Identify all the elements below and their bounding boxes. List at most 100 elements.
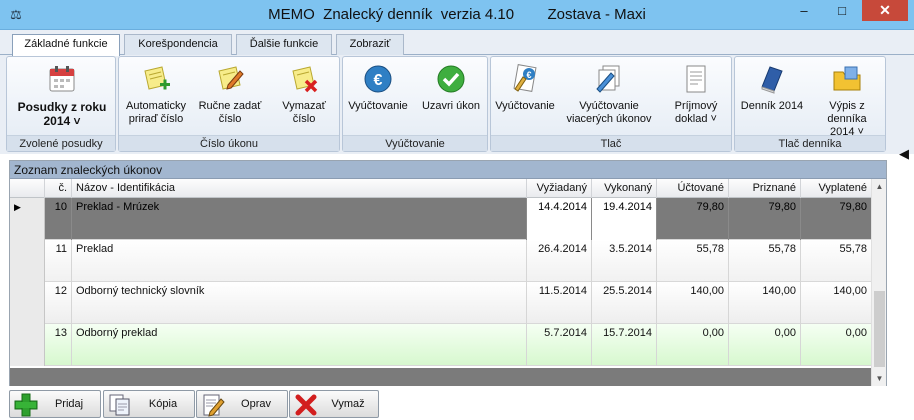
table-row[interactable]: 13 Odborný preklad 5.7.2014 15.7.2014 0,…: [10, 324, 872, 366]
cell-vyplatene: 79,80: [801, 198, 872, 240]
group-tlac-dennika: Denník 2014 Výpis z denníka 2014 ˅ Tlač …: [734, 56, 886, 152]
header-uctovane[interactable]: Účtované: [657, 179, 729, 198]
plus-icon: [14, 393, 38, 417]
vertical-scrollbar[interactable]: ▲ ▼: [871, 179, 886, 386]
grid-caption: Zoznam znaleckých úkonov: [10, 161, 886, 179]
scroll-up-icon[interactable]: ▲: [872, 179, 887, 194]
edit-document-icon: [203, 394, 225, 417]
rucne-zadat-cislo-label: Ručne zadať číslo: [198, 100, 262, 125]
header-vykonany[interactable]: Vykonaný: [592, 179, 657, 198]
posudky-z-roku-button[interactable]: Posudky z roku 2014 ˅: [13, 61, 111, 128]
vypis-z-dennika-label: Výpis z denníka 2014 ˅: [827, 100, 867, 138]
ribbon-tabs: Základné funkcie Korešpondencia Ďalšie f…: [0, 30, 914, 56]
documents-stack-icon: [596, 65, 620, 93]
header-vyziadany[interactable]: Vyžiadaný: [527, 179, 592, 198]
vypis-z-dennika-button[interactable]: Výpis z denníka 2014 ˅: [809, 61, 885, 139]
cell-nazov: Odborný preklad: [72, 324, 527, 366]
cell-vyplatene: 0,00: [801, 324, 872, 366]
cell-vykonany: 3.5.2014: [592, 240, 657, 282]
collapse-panel-icon[interactable]: ◀: [899, 146, 909, 162]
group-cislo-ukonu: Automaticky priraď číslo Ručne zadať čís…: [118, 56, 340, 152]
tab-korespondencia[interactable]: Korešpondencia: [124, 34, 232, 55]
tab-zakladne-funkcie[interactable]: Základné funkcie: [12, 34, 120, 56]
cell-cislo: 12: [45, 282, 72, 324]
close-button[interactable]: ✕: [862, 0, 908, 21]
group-label-vyuctovanie: Vyúčtovanie: [343, 135, 487, 151]
svg-text:€: €: [526, 70, 531, 80]
maximize-button[interactable]: □: [828, 0, 856, 21]
kopia-button[interactable]: Kópia: [103, 390, 195, 418]
vymaz-label: Vymaž: [331, 398, 365, 410]
action-bar: Pridaj Kópia Oprav Vymaž: [0, 386, 914, 420]
ribbon: Základné funkcie Korešpondencia Ďalšie f…: [0, 30, 914, 154]
delete-x-icon: [295, 394, 317, 416]
cell-vykonany: 25.5.2014: [592, 282, 657, 324]
cell-uctovane: 55,78: [657, 240, 729, 282]
cell-vyplatene: 140,00: [801, 282, 872, 324]
group-label-zvolene: Zvolené posudky: [7, 135, 115, 151]
tab-dalsie-funkcie[interactable]: Ďalšie funkcie: [236, 34, 332, 55]
row-indicator: ▶: [10, 198, 45, 240]
header-nazov[interactable]: Názov - Identifikácia: [72, 179, 527, 198]
posudky-z-roku-label: Posudky z roku 2014 ˅: [17, 100, 107, 128]
cell-cislo: 11: [45, 240, 72, 282]
note-edit-icon: [218, 66, 244, 90]
cell-uctovane: 79,80: [657, 198, 729, 240]
current-row-icon: ▶: [14, 202, 21, 212]
cell-vyziadany: 11.5.2014: [527, 282, 592, 324]
table-row[interactable]: 11 Preklad 26.4.2014 3.5.2014 55,78 55,7…: [10, 240, 872, 282]
folder-icon: [833, 66, 861, 91]
header-priznane[interactable]: Priznané: [729, 179, 801, 198]
group-vyuctovanie: € Vyúčtovanie Uzavri úkon Vyúčtovanie: [342, 56, 488, 152]
vyuctovanie-label: Vyúčtovanie: [348, 100, 408, 112]
book-icon: [761, 66, 783, 94]
automaticky-prirad-cislo-button[interactable]: Automaticky priraď číslo: [121, 61, 191, 126]
copy-icon: [109, 394, 130, 416]
cell-vyziadany: 26.4.2014: [527, 240, 592, 282]
header-indicator: [10, 179, 45, 198]
group-label-tlac-dennika: Tlač denníka: [735, 135, 885, 151]
minimize-button[interactable]: –: [790, 0, 818, 21]
scroll-down-icon[interactable]: ▼: [872, 371, 887, 386]
cell-priznane: 55,78: [729, 240, 801, 282]
prijmovy-doklad-button[interactable]: Príjmový doklad ˅: [663, 61, 729, 126]
tab-zobrazit[interactable]: Zobraziť: [336, 34, 404, 55]
note-delete-icon: [292, 66, 318, 93]
vymazat-cislo-label: Vymazať číslo: [282, 100, 326, 125]
cell-vyziadany: 5.7.2014: [527, 324, 592, 366]
vyuctovanie-button[interactable]: € Vyúčtovanie: [345, 61, 411, 113]
cell-nazov: Preklad - Mrúzek: [72, 198, 527, 240]
table-row[interactable]: 12 Odborný technický slovník 11.5.2014 2…: [10, 282, 872, 324]
pridaj-button[interactable]: Pridaj: [9, 390, 101, 418]
table-row[interactable]: ▶ 10 Preklad - Mrúzek 14.4.2014 19.4.201…: [10, 198, 872, 240]
check-circle-icon: [437, 65, 465, 93]
header-cislo[interactable]: č.: [45, 179, 72, 198]
vyuctovanie-viacerych-ukonov-label: Vyúčtovanie viacerých úkonov: [566, 100, 652, 125]
cell-nazov: Preklad: [72, 240, 527, 282]
uzavri-ukon-button[interactable]: Uzavri úkon: [417, 61, 485, 113]
cell-vyziadany: 14.4.2014: [527, 198, 592, 240]
header-vyplatene[interactable]: Vyplatené: [801, 179, 872, 198]
window-title: MEMO Znalecký denník verzia 4.10 Zostava…: [268, 6, 646, 23]
row-indicator: [10, 282, 45, 324]
oprav-button[interactable]: Oprav: [196, 390, 288, 418]
dennik-button[interactable]: Denník 2014: [737, 61, 807, 113]
cell-uctovane: 140,00: [657, 282, 729, 324]
prijmovy-doklad-label: Príjmový doklad ˅: [674, 100, 718, 125]
rucne-zadat-cislo-button[interactable]: Ručne zadať číslo: [195, 61, 265, 126]
dennik-label: Denník 2014: [740, 100, 804, 112]
group-label-cislo: Číslo úkonu: [119, 135, 339, 151]
tlac-vyuctovanie-label: Vyúčtovanie: [495, 100, 555, 112]
cell-priznane: 0,00: [729, 324, 801, 366]
grid-empty-area: [10, 368, 872, 386]
vyuctovanie-viacerych-ukonov-button[interactable]: Vyúčtovanie viacerých úkonov: [559, 61, 659, 126]
grid-header: č. Názov - Identifikácia Vyžiadaný Vykon…: [10, 179, 872, 198]
svg-text:€: €: [374, 72, 383, 89]
tlac-vyuctovanie-button[interactable]: € Vyúčtovanie: [493, 61, 557, 113]
vymazat-cislo-button[interactable]: Vymazať číslo: [269, 61, 339, 126]
euro-coin-icon: €: [364, 65, 392, 93]
group-label-tlac: Tlač: [491, 135, 731, 151]
scroll-thumb[interactable]: [874, 291, 885, 367]
vymaz-button[interactable]: Vymaž: [289, 390, 379, 418]
cell-priznane: 140,00: [729, 282, 801, 324]
